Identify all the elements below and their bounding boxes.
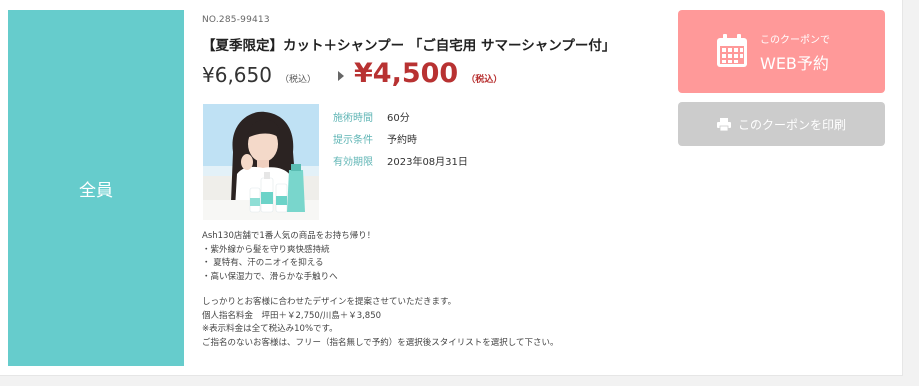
- description-line: Ash130店舗で1番人気の商品をお持ち帰り！: [202, 231, 376, 241]
- price-arrow-icon: [338, 71, 344, 81]
- description-line: ご指名のないお客様は、フリー（指名無しで予約）を選択後スタイリストを選択して下さ…: [202, 337, 559, 348]
- printer-icon: [716, 117, 731, 131]
- coupon-card: 全員 NO.285-99413 【夏季限定】カット＋シャンプー 「ご自宅用 サマ…: [0, 0, 903, 376]
- description-line: しっかりとお客様に合わせたデザインを提案させていただきます。: [202, 297, 457, 307]
- coupon-title: 【夏季限定】カット＋シャンプー 「ご自宅用 サマーシャンプー付」: [202, 38, 616, 54]
- web-reservation-text: このクーポンで WEB予約: [760, 31, 830, 74]
- regular-price-tax-note: （税込）: [279, 75, 316, 85]
- print-coupon-button[interactable]: このクーポンを印刷: [678, 102, 885, 146]
- web-button-label: WEB予約: [760, 54, 829, 73]
- print-button-label: このクーポンを印刷: [737, 117, 846, 132]
- coupon-info-table: 施術時間 60分 提示条件 予約時 有効期限 2023年08月31日: [333, 112, 468, 178]
- info-row-expiry: 有効期限 2023年08月31日: [333, 156, 468, 178]
- info-label: 施術時間: [333, 113, 373, 124]
- price-row: ¥6,650 （税込） ¥4,500 （税込）: [202, 58, 502, 90]
- info-row-duration: 施術時間 60分: [333, 112, 468, 134]
- coupon-target-label: 全員: [79, 180, 113, 201]
- info-value: 予約時: [387, 135, 417, 146]
- info-value: 60分: [387, 113, 410, 124]
- description-line: ・紫外線から髪を守り爽快感持続: [202, 244, 330, 255]
- info-label: 有効期限: [333, 157, 373, 168]
- coupon-description: Ash130店舗で1番人気の商品をお持ち帰り！ ・紫外線から髪を守り爽快感持続 …: [202, 230, 559, 350]
- info-label: 提示条件: [333, 135, 373, 146]
- sale-price: ¥4,500: [354, 58, 459, 89]
- model-with-shampoo-bottles-photo: [203, 104, 319, 220]
- sale-price-tax-note: （税込）: [466, 75, 503, 85]
- description-line: ・ 夏特有、汗のニオイを抑える: [202, 258, 324, 268]
- regular-price: ¥6,650: [202, 63, 272, 87]
- info-value: 2023年08月31日: [387, 157, 468, 168]
- calendar-icon: [717, 34, 747, 67]
- description-line: ・高い保湿力で、滑らかな手触りへ: [202, 271, 338, 282]
- description-line: ※表示料金は全て税込み10%です。: [202, 324, 338, 334]
- web-reservation-button[interactable]: このクーポンで WEB予約: [678, 10, 885, 93]
- info-row-condition: 提示条件 予約時: [333, 134, 468, 156]
- web-button-caption: このクーポンで: [760, 35, 830, 46]
- description-line: 個人指名料金 坪田＋￥2,750/川島＋￥3,850: [202, 310, 382, 321]
- coupon-number: NO.285-99413: [202, 15, 270, 25]
- coupon-target-panel: 全員: [8, 10, 184, 366]
